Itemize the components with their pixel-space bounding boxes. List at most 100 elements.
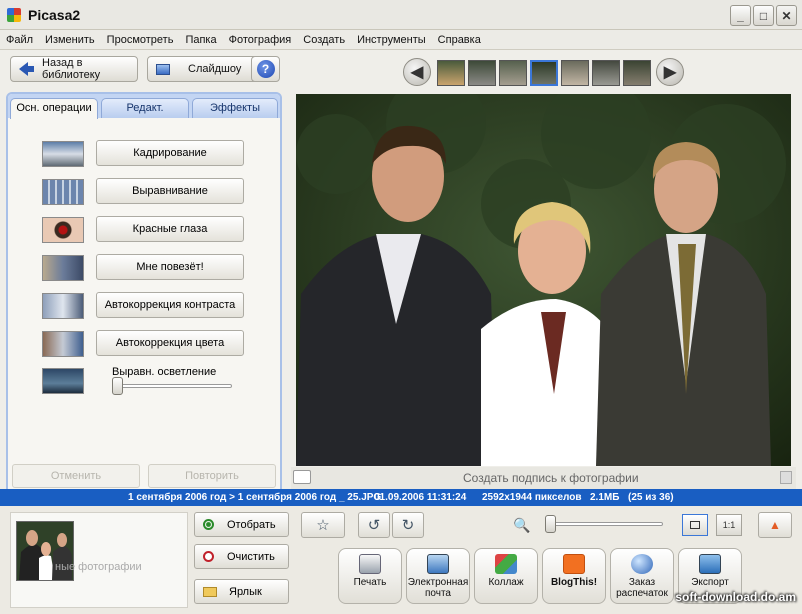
arrow-left-icon bbox=[19, 62, 28, 76]
back-to-library-button[interactable]: Назад в библиотеку bbox=[10, 56, 138, 82]
zoom-slider[interactable] bbox=[545, 515, 556, 533]
export-icon bbox=[699, 554, 721, 574]
close-button[interactable]: ✕ bbox=[776, 5, 797, 26]
clear-label: Очистить bbox=[227, 550, 275, 563]
photo-position: (25 из 36) bbox=[628, 492, 674, 503]
print-button[interactable]: Печать bbox=[338, 548, 402, 604]
tab-basic-fixes[interactable]: Осн. операции bbox=[10, 98, 98, 119]
operation-row: Красные глаза bbox=[42, 216, 252, 244]
operation-row: Автокоррекция контраста bbox=[42, 292, 252, 320]
menu-help[interactable]: Справка bbox=[438, 34, 481, 46]
straighten-icon bbox=[42, 179, 84, 205]
menu-view[interactable]: Просмотреть bbox=[107, 34, 174, 46]
printer-icon bbox=[359, 554, 381, 574]
menu-folder[interactable]: Папка bbox=[185, 34, 216, 46]
path-separator: > bbox=[226, 492, 238, 503]
photo-dimensions: 2592x1944 пикселов bbox=[482, 492, 582, 503]
auto-color-icon bbox=[42, 331, 84, 357]
filmstrip-thumbnail[interactable] bbox=[437, 60, 465, 86]
feeling-lucky-button[interactable]: Мне повезёт! bbox=[96, 254, 244, 280]
blogger-icon bbox=[563, 554, 585, 574]
undo-button[interactable]: Отменить bbox=[12, 464, 140, 488]
zoom-track[interactable] bbox=[551, 522, 663, 526]
redeye-button[interactable]: Красные глаза bbox=[96, 216, 244, 242]
window-title: Picasa2 bbox=[28, 7, 81, 23]
star-button[interactable]: ☆ bbox=[301, 512, 345, 538]
photo-datetime: 01.09.2006 11:31:24 bbox=[374, 492, 467, 503]
caption-bar: Создать подпись к фотографии bbox=[291, 467, 796, 489]
photo-view[interactable] bbox=[296, 94, 791, 466]
previous-photo-button[interactable]: ◀ bbox=[403, 58, 431, 86]
rotate-left-button[interactable]: ↺ bbox=[358, 512, 390, 538]
minimize-button[interactable]: _ bbox=[730, 5, 751, 26]
slideshow-icon bbox=[156, 63, 170, 75]
file-size: 2.1МБ bbox=[590, 492, 620, 503]
slideshow-label: Слайдшоу bbox=[188, 63, 242, 75]
picasa-logo-icon bbox=[7, 8, 21, 22]
help-button[interactable]: ? bbox=[251, 56, 280, 82]
fill-light-slider[interactable] bbox=[112, 377, 123, 395]
operation-row: Выравнивание bbox=[42, 178, 252, 206]
collage-button[interactable]: Коллаж bbox=[474, 548, 538, 604]
auto-color-button[interactable]: Автокоррекция цвета bbox=[96, 330, 244, 356]
redo-button[interactable]: Повторить bbox=[148, 464, 276, 488]
operation-row: Мне повезёт! bbox=[42, 254, 252, 282]
filmstrip-thumbnail[interactable] bbox=[561, 60, 589, 86]
crop-icon bbox=[42, 141, 84, 167]
globe-icon bbox=[631, 554, 653, 574]
trash-icon[interactable] bbox=[780, 471, 792, 484]
straighten-button[interactable]: Выравнивание bbox=[96, 178, 244, 204]
hold-label: Отобрать bbox=[227, 518, 276, 531]
photo-image bbox=[296, 94, 791, 466]
filmstrip-thumbnail[interactable] bbox=[468, 60, 496, 86]
label-button[interactable]: Ярлык bbox=[194, 579, 289, 604]
actual-size-button[interactable]: 1:1 bbox=[716, 514, 742, 536]
photo-tray: ные фотографии bbox=[10, 512, 188, 608]
menu-tools[interactable]: Инструменты bbox=[357, 34, 426, 46]
feeling-lucky-icon bbox=[42, 255, 84, 281]
fit-view-button[interactable] bbox=[682, 514, 708, 536]
red-dot-icon bbox=[203, 551, 214, 562]
filmstrip-thumbnail[interactable] bbox=[499, 60, 527, 86]
picasa-web-button[interactable]: ▲ bbox=[758, 512, 792, 538]
tab-tuning[interactable]: Редакт. bbox=[101, 98, 189, 118]
filmstrip-thumbnail-selected[interactable] bbox=[530, 60, 558, 86]
menu-create[interactable]: Создать bbox=[303, 34, 345, 46]
picasa-web-icon: ▲ bbox=[769, 518, 781, 532]
tray-hint-text: ные фотографии bbox=[55, 561, 142, 573]
bottom-toolbar: ные фотографии Отобрать Очистить Ярлык ☆… bbox=[0, 506, 802, 614]
email-button[interactable]: Электронная почта bbox=[406, 548, 470, 604]
next-photo-button[interactable]: ▶ bbox=[656, 58, 684, 86]
blogthis-button[interactable]: BlogThis! bbox=[542, 548, 606, 604]
file-path: 1 сентября 2006 год _ 25.JPG bbox=[237, 492, 382, 503]
menu-picture[interactable]: Фотография bbox=[229, 34, 292, 46]
tab-effects[interactable]: Эффекты bbox=[192, 98, 278, 118]
email-icon bbox=[427, 554, 449, 574]
collage-icon bbox=[495, 554, 517, 574]
redeye-icon bbox=[42, 217, 84, 243]
fill-light-track[interactable] bbox=[112, 384, 232, 388]
filmstrip-thumbnail[interactable] bbox=[592, 60, 620, 86]
caption-icon[interactable] bbox=[293, 470, 311, 484]
rotate-left-icon: ↺ bbox=[367, 517, 381, 534]
order-prints-button[interactable]: Заказ распечаток bbox=[610, 548, 674, 604]
green-dot-icon bbox=[203, 519, 214, 530]
rotate-right-button[interactable]: ↻ bbox=[392, 512, 424, 538]
label-label: Ярлык bbox=[229, 585, 262, 598]
maximize-button[interactable]: □ bbox=[753, 5, 774, 26]
caption-input[interactable]: Создать подпись к фотографии bbox=[463, 471, 639, 485]
main-area: Назад в библиотеку Слайдшоу ? Осн. опера… bbox=[0, 50, 802, 501]
clear-button[interactable]: Очистить bbox=[194, 544, 289, 569]
menu-edit[interactable]: Изменить bbox=[45, 34, 95, 46]
menu-bar: Файл Изменить Просмотреть Папка Фотограф… bbox=[0, 30, 802, 50]
rotate-right-icon: ↻ bbox=[401, 517, 415, 534]
label-icon bbox=[203, 586, 217, 597]
edit-panel: Осн. операции Редакт. Эффекты Кадрирован… bbox=[6, 92, 282, 501]
hold-button[interactable]: Отобрать bbox=[194, 512, 289, 537]
auto-contrast-icon bbox=[42, 293, 84, 319]
filmstrip-thumbnail[interactable] bbox=[623, 60, 651, 86]
watermark-text: soft-download.do.am bbox=[675, 590, 796, 604]
menu-file[interactable]: Файл bbox=[6, 34, 33, 46]
crop-button[interactable]: Кадрирование bbox=[96, 140, 244, 166]
auto-contrast-button[interactable]: Автокоррекция контраста bbox=[96, 292, 244, 318]
